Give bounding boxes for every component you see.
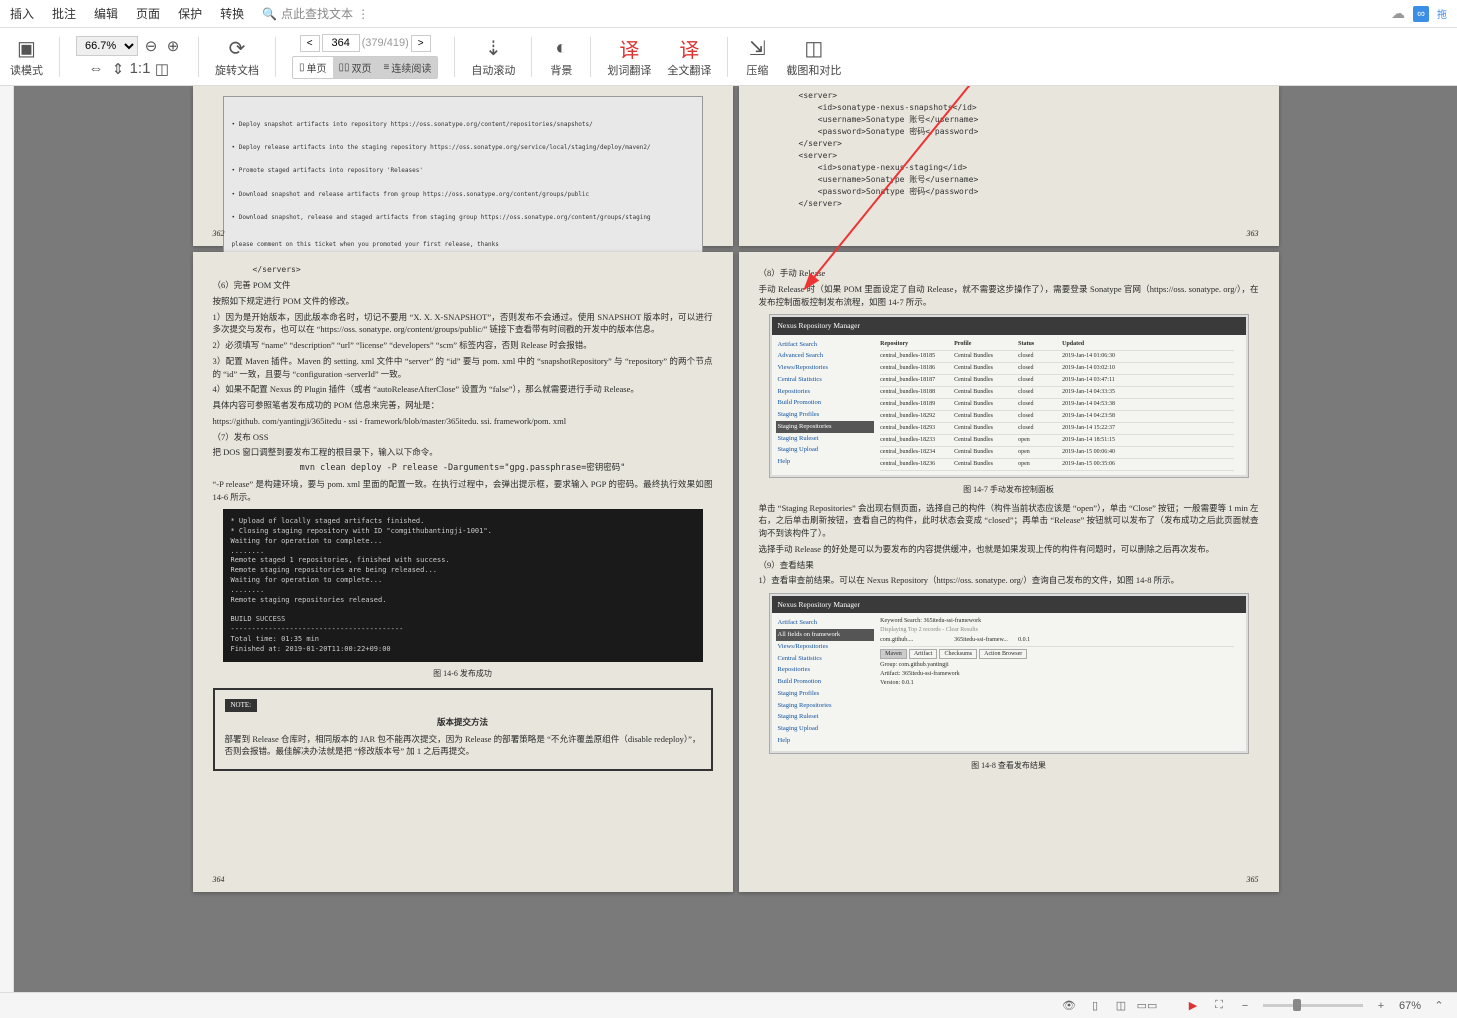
- page-365: （8）手动 Release 手动 Release 时（如果 POM 里面设定了自…: [739, 252, 1279, 892]
- double-page-icon: ▯▯: [339, 62, 350, 73]
- menu-edit[interactable]: 编辑: [94, 5, 118, 22]
- figure-14-8-screenshot: Nexus Repository Manager Artifact Search…: [769, 593, 1249, 754]
- play-icon[interactable]: ▶: [1185, 998, 1201, 1014]
- page-364: </servers> （6）完善 POM 文件 按照如下规定进行 POM 文件的…: [193, 252, 733, 892]
- dict-label: 划词翻译: [607, 62, 651, 78]
- expand-icon[interactable]: ⌃: [1431, 998, 1447, 1014]
- fulltrans-label: 全文翻译: [667, 62, 711, 78]
- single-page-button[interactable]: ▯单页: [293, 57, 333, 78]
- page-viewport[interactable]: • Deploy snapshot artifacts into reposit…: [14, 86, 1457, 992]
- xml-server-config: <server> <id>sonatype-nexus-snapshots</i…: [759, 90, 1259, 210]
- figure-14-7-screenshot: Nexus Repository Manager Artifact Search…: [769, 314, 1249, 477]
- prev-page-button[interactable]: <: [300, 35, 320, 52]
- book-icon[interactable]: ▭▭: [1139, 998, 1155, 1014]
- reading-mode-label: 读模式: [10, 62, 43, 78]
- zoom-in-icon[interactable]: ⊕: [164, 37, 182, 55]
- autoscroll-icon[interactable]: ⇣: [480, 36, 506, 62]
- console-output: * Upload of locally staged artifacts fin…: [223, 509, 703, 662]
- zoom-out-sb-icon[interactable]: −: [1237, 998, 1253, 1014]
- page-362: • Deploy snapshot artifacts into reposit…: [193, 86, 733, 246]
- actual-size-icon[interactable]: 1:1: [131, 60, 149, 78]
- menu-bar: 插入 批注 编辑 页面 保护 转换 🔍 点此查找文本 ⋮ ☁ ∞ 拖: [0, 0, 1457, 28]
- single-page-icon: ▯: [299, 62, 305, 73]
- note-box: NOTE: 版本提交方法 部署到 Release 仓库时，相同版本的 JAR 包…: [213, 688, 713, 771]
- zoom-out-icon[interactable]: ⊖: [142, 37, 160, 55]
- left-sidebar-strip[interactable]: [0, 86, 14, 992]
- page-number-input[interactable]: [322, 34, 360, 52]
- menu-search[interactable]: 🔍 点此查找文本 ⋮: [262, 5, 369, 22]
- zoom-in-sb-icon[interactable]: +: [1373, 998, 1389, 1014]
- page-number: 363: [1247, 228, 1259, 240]
- figure-14-6-caption: 图 14-6 发布成功: [213, 668, 713, 680]
- toolbar: ▣ 读模式 66.7% ⊖ ⊕ ⇔ ⇕ 1:1 ◫ ⟳ 旋转文档 <: [0, 28, 1457, 86]
- more-icon[interactable]: ⋮: [357, 7, 369, 21]
- reading-mode-icon[interactable]: ▣: [14, 36, 40, 62]
- menu-page[interactable]: 页面: [136, 5, 160, 22]
- menu-annotate[interactable]: 批注: [52, 5, 76, 22]
- compress-icon[interactable]: ⇲: [744, 36, 770, 62]
- search-placeholder: 点此查找文本: [281, 5, 353, 22]
- background-icon[interactable]: ◐: [548, 36, 574, 62]
- cloud-badge[interactable]: ∞: [1413, 6, 1429, 22]
- search-icon: 🔍: [262, 7, 277, 21]
- cloud-sync-icon[interactable]: ☁: [1391, 5, 1405, 22]
- menu-insert[interactable]: 插入: [10, 5, 34, 22]
- page-number: 364: [213, 874, 225, 886]
- compare-label: 截图和对比: [786, 62, 841, 78]
- continuous-icon: ≡: [384, 62, 390, 73]
- background-label: 背景: [550, 62, 572, 78]
- continuous-button[interactable]: ≡连续阅读: [378, 57, 438, 78]
- eye-icon[interactable]: 👁: [1061, 998, 1077, 1014]
- fit-visible-icon[interactable]: ◫: [153, 60, 171, 78]
- rotate-label: 旋转文档: [215, 62, 259, 78]
- fit-width-icon[interactable]: ⇔: [87, 60, 105, 78]
- zoom-select[interactable]: 66.7%: [76, 36, 138, 56]
- compare-icon[interactable]: ◫: [801, 36, 827, 62]
- figure-14-7-caption: 图 14-7 手动发布控制面板: [759, 484, 1259, 496]
- page-363: <server> <id>sonatype-nexus-snapshots</i…: [739, 86, 1279, 246]
- menu-convert[interactable]: 转换: [220, 5, 244, 22]
- fit-page-icon[interactable]: ⇕: [109, 60, 127, 78]
- dict-icon[interactable]: 译: [616, 36, 642, 62]
- compress-label: 压缩: [746, 62, 768, 78]
- double-page-button[interactable]: ▯▯双页: [333, 57, 378, 78]
- zoom-slider[interactable]: [1263, 1004, 1363, 1007]
- menu-protect[interactable]: 保护: [178, 5, 202, 22]
- zoom-percent: 67%: [1399, 1000, 1421, 1012]
- page-icon[interactable]: ▯: [1087, 998, 1103, 1014]
- figure-14-8-caption: 图 14-8 查看发布结果: [759, 760, 1259, 772]
- rotate-icon[interactable]: ⟳: [224, 36, 250, 62]
- next-page-button[interactable]: >: [411, 35, 431, 52]
- content-area: • Deploy snapshot artifacts into reposit…: [0, 86, 1457, 992]
- drag-label: 拖: [1437, 6, 1447, 21]
- fullscreen-icon[interactable]: ⛶: [1211, 998, 1227, 1014]
- page-number: 365: [1247, 874, 1259, 886]
- fulltrans-icon[interactable]: 译: [676, 36, 702, 62]
- double-icon[interactable]: ◫: [1113, 998, 1129, 1014]
- status-bar: 👁 ▯ ◫ ▭▭ ▶ ⛶ − + 67% ⌃: [0, 992, 1457, 1018]
- page-number: 362: [213, 228, 225, 240]
- autoscroll-label: 自动滚动: [471, 62, 515, 78]
- page-total: (379/419): [362, 37, 409, 49]
